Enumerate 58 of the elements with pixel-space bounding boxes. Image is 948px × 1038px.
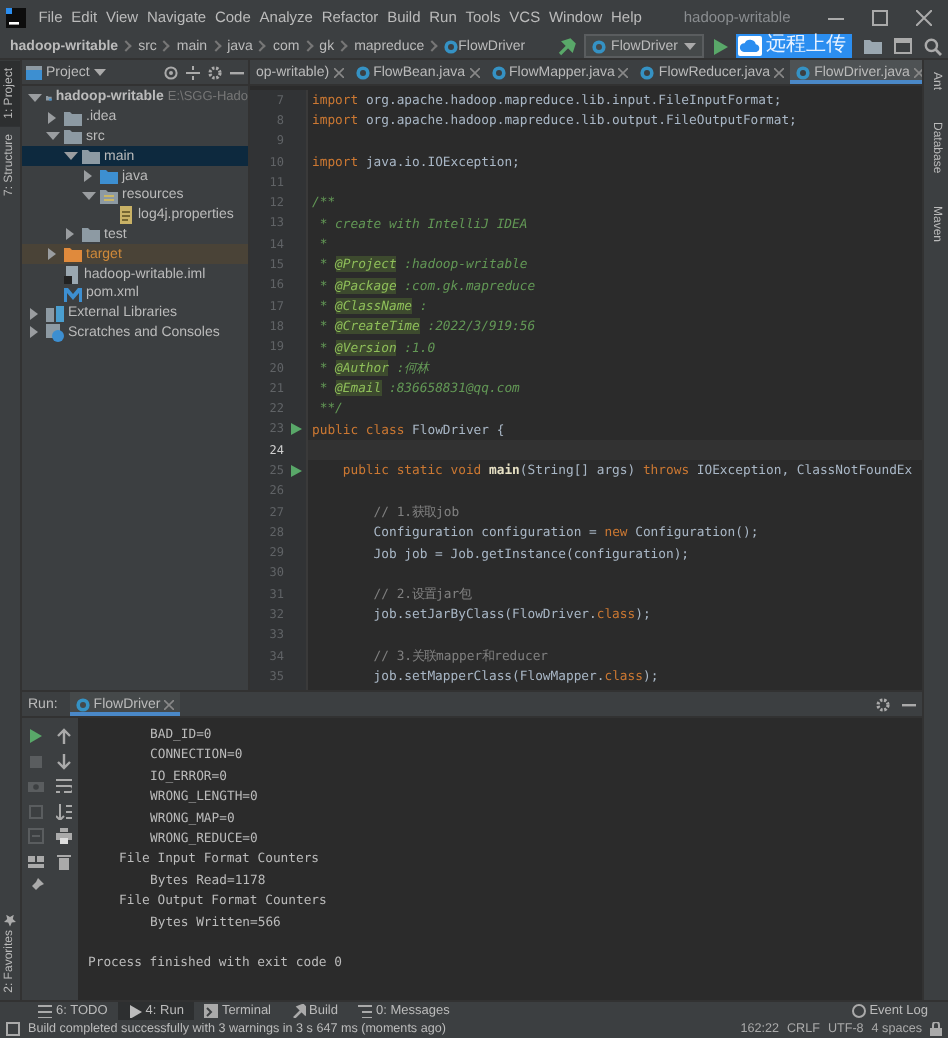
project-icon <box>26 65 42 79</box>
collapsed-arrow-icon[interactable] <box>64 226 78 243</box>
close-icon[interactable] <box>164 699 175 709</box>
caret-icon <box>684 40 696 52</box>
close-icon[interactable] <box>618 67 629 77</box>
upload-button[interactable]: 远程上传 <box>736 34 852 58</box>
class-file-icon <box>491 65 505 79</box>
lock-icon <box>930 1022 942 1036</box>
settings-icon[interactable] <box>208 65 222 79</box>
maximize-icon[interactable] <box>872 9 888 25</box>
run-icon[interactable] <box>712 37 728 55</box>
list-icon <box>38 1004 52 1018</box>
class-file-icon <box>640 65 655 79</box>
star-icon <box>4 913 16 926</box>
wrap-icon[interactable] <box>56 778 72 795</box>
maven-file-icon <box>64 285 82 302</box>
folder-icon[interactable] <box>864 38 882 54</box>
settings-icon[interactable] <box>876 697 890 711</box>
run-icon[interactable] <box>290 422 302 437</box>
list-icon <box>357 1004 372 1018</box>
library-icon <box>46 305 64 322</box>
collapsed-arrow-icon[interactable] <box>28 324 42 341</box>
expanded-arrow-icon[interactable] <box>46 128 60 145</box>
class-file-icon <box>796 65 811 79</box>
close-icon[interactable] <box>333 67 344 77</box>
class-file-icon <box>75 697 90 711</box>
down-arrow-icon[interactable] <box>56 753 72 770</box>
up-arrow-icon[interactable] <box>56 728 72 745</box>
collapse-icon[interactable] <box>186 65 200 79</box>
app-logo-icon <box>6 7 26 27</box>
run-icon[interactable] <box>28 728 44 745</box>
caret-icon <box>93 66 106 78</box>
expanded-arrow-icon[interactable] <box>28 89 42 106</box>
class-file-icon <box>355 65 370 79</box>
close-icon[interactable] <box>916 9 932 25</box>
folder-icon <box>100 187 118 204</box>
close-icon[interactable] <box>774 67 785 77</box>
collapsed-arrow-icon[interactable] <box>46 109 60 126</box>
sort-icon[interactable] <box>56 803 72 820</box>
search-icon[interactable] <box>924 37 942 55</box>
class-file-icon <box>444 39 459 53</box>
locate-icon[interactable] <box>164 65 178 79</box>
run-icon[interactable] <box>290 463 302 478</box>
close-icon[interactable] <box>469 67 479 77</box>
window-icon[interactable] <box>894 38 912 54</box>
collapsed-arrow-icon[interactable] <box>28 305 42 322</box>
class-file-icon <box>591 39 606 53</box>
expanded-arrow-icon[interactable] <box>82 187 96 204</box>
module-file-icon <box>64 265 80 284</box>
trash-icon[interactable] <box>56 853 72 870</box>
collapsed-arrow-icon[interactable] <box>46 246 60 263</box>
expanded-arrow-icon[interactable] <box>64 148 78 165</box>
cloud-icon <box>738 36 762 56</box>
collapsed-arrow-icon[interactable] <box>82 168 96 185</box>
scratches-icon <box>46 323 64 342</box>
print-icon[interactable] <box>56 828 72 845</box>
properties-file-icon <box>118 206 134 225</box>
layout-icon[interactable] <box>28 853 44 870</box>
